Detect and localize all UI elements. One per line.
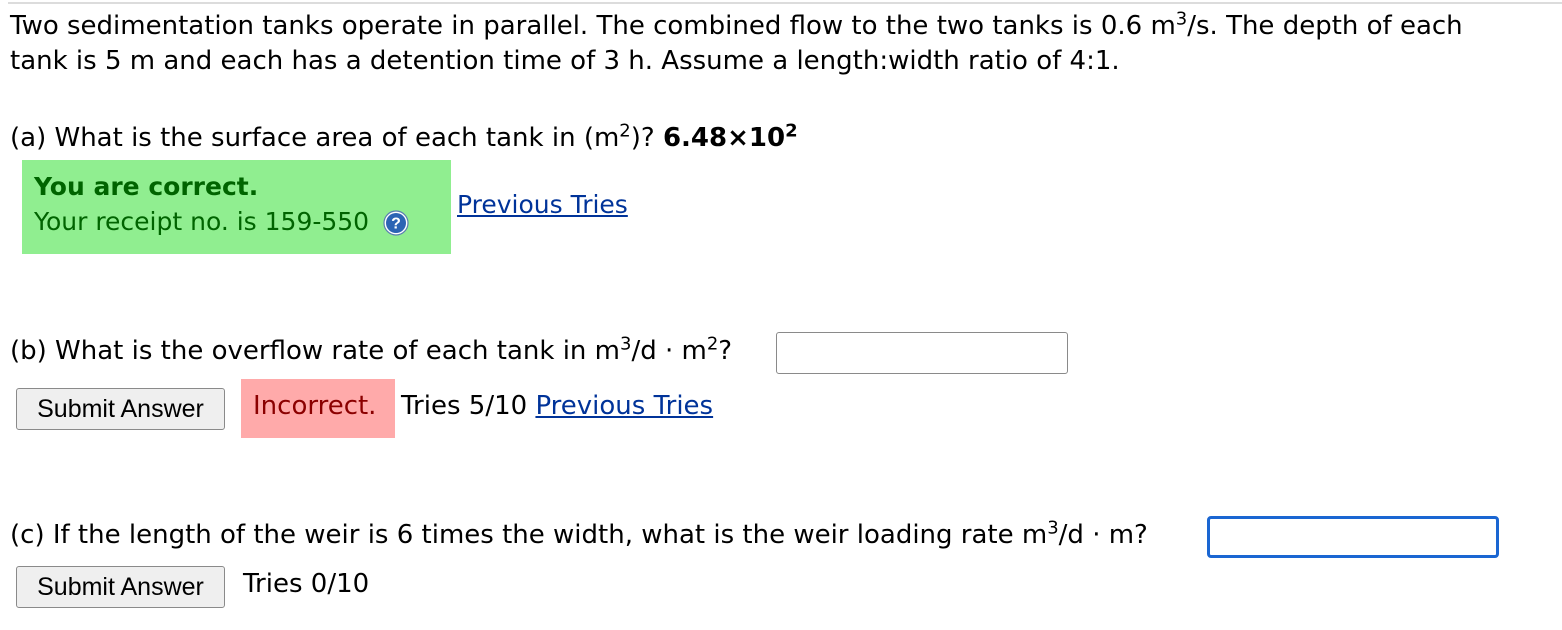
question-b-pre: (b) What is the overflow rate of each ta… [10, 336, 620, 366]
answer-a-base: 6.48×10 [662, 123, 786, 153]
answer-input-b[interactable] [776, 332, 1068, 374]
question-a-post: )? [630, 123, 663, 153]
question-b-mid: /d · m [631, 336, 707, 366]
tries-count-c: Tries 0/10 [243, 569, 370, 599]
problem-statement: Two sedimentation tanks operate in paral… [10, 9, 1555, 79]
receipt-line: Your receipt no. is 159-550 ? [34, 207, 409, 236]
question-a: (a) What is the surface area of each tan… [10, 121, 798, 156]
problem-line1-sup: 3 [1175, 8, 1188, 30]
problem-line1-pre: Two sedimentation tanks operate in paral… [10, 11, 1176, 41]
problem-line2: tank is 5 m and each has a detention tim… [10, 46, 1120, 76]
question-c-post: /d · m? [1058, 520, 1148, 550]
problem-page: Two sedimentation tanks operate in paral… [10, 0, 1555, 630]
question-c-sup: 3 [1047, 517, 1059, 539]
submit-answer-button-b[interactable]: Submit Answer [16, 388, 225, 430]
submit-answer-button-c[interactable]: Submit Answer [16, 566, 225, 608]
incorrect-feedback-box: Incorrect. [241, 379, 395, 438]
problem-line1-post: /s. The depth of each [1187, 11, 1463, 41]
previous-tries-link-a[interactable]: Previous Tries [457, 190, 628, 219]
answer-a-value: 6.48×102 [662, 120, 798, 153]
correct-feedback-title: You are correct. [34, 172, 259, 201]
question-b: (b) What is the overflow rate of each ta… [10, 334, 732, 369]
answer-input-c[interactable] [1207, 516, 1499, 558]
incorrect-status-text: Incorrect. [253, 391, 377, 421]
answer-a-exp: 2 [785, 120, 798, 142]
svg-text:?: ? [391, 216, 401, 233]
previous-tries-link-b[interactable]: Previous Tries [535, 391, 713, 421]
question-b-sup2: 2 [706, 333, 719, 355]
correct-feedback-box: You are correct. Your receipt no. is 159… [22, 160, 451, 254]
question-circle-icon[interactable]: ? [383, 210, 409, 236]
question-b-post: ? [718, 336, 733, 366]
tries-count-b: Tries 5/10 [401, 391, 528, 421]
question-a-sup: 2 [619, 120, 631, 142]
question-b-sup1: 3 [619, 333, 632, 355]
question-c-pre: (c) If the length of the weir is 6 times… [10, 520, 1048, 550]
question-a-pre: (a) What is the surface area of each tan… [10, 123, 620, 153]
tries-status-b: Tries 5/10 Previous Tries [401, 391, 713, 421]
question-c: (c) If the length of the weir is 6 times… [10, 518, 1148, 553]
receipt-text: Your receipt no. is 159-550 [34, 207, 370, 236]
